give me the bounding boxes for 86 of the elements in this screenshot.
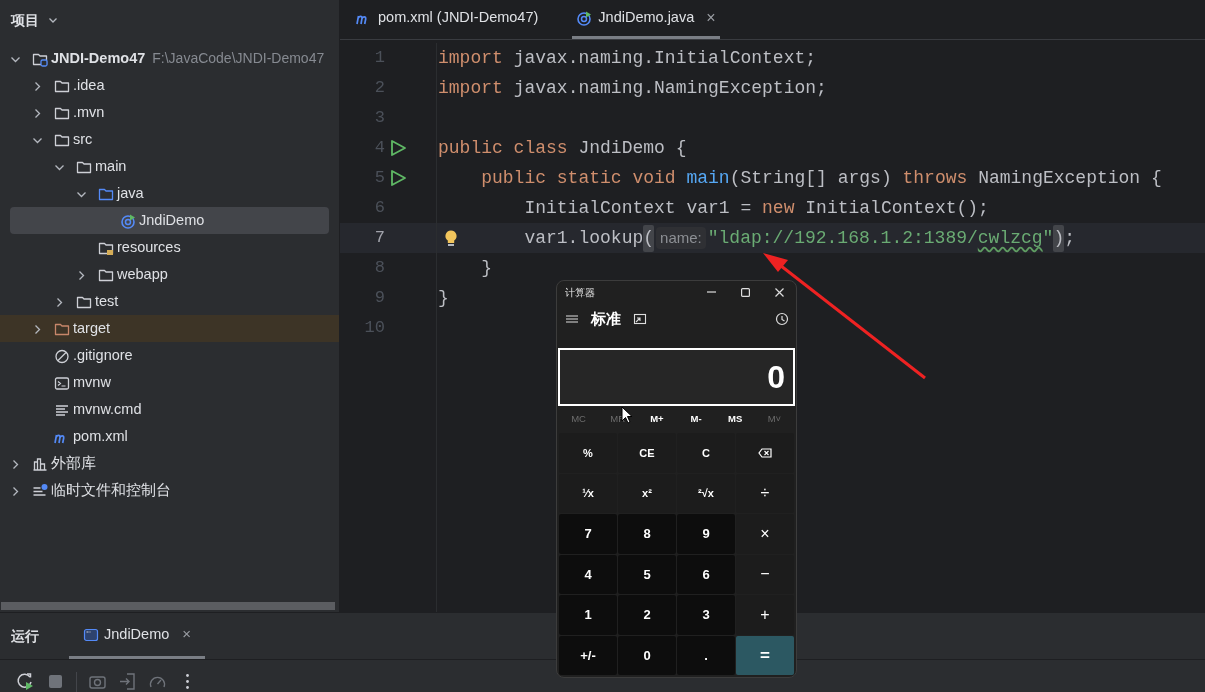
code-line: }: [480, 256, 492, 280]
editor-tab[interactable]: pom.xml (JNDI-Demo47): [352, 0, 543, 39]
calculator-key[interactable]: +/-: [559, 635, 617, 675]
calculator-key[interactable]: ¹⁄x: [559, 473, 617, 513]
run-icon: [389, 169, 407, 187]
tree-item[interactable]: src: [0, 126, 339, 153]
code-line: import javax.naming.NamingException;: [438, 76, 827, 100]
tree-item[interactable]: java: [0, 180, 339, 207]
calculator-key[interactable]: 8: [618, 514, 676, 554]
tree-item[interactable]: pom.xml: [0, 423, 339, 450]
run-icon: [389, 139, 407, 157]
tree-item[interactable]: JNDI-Demo47 F:\JavaCode\JNDI-Demo47: [0, 45, 339, 72]
calculator-key[interactable]: 7: [559, 514, 617, 554]
calculator-key[interactable]: ÷: [736, 473, 794, 513]
tree-item[interactable]: test: [0, 288, 339, 315]
code-line: public class JndiDemo {: [438, 136, 687, 160]
maximize-icon: [740, 287, 750, 297]
rerun-icon: [16, 672, 35, 691]
class-icon: [120, 212, 136, 229]
terminal-icon: [54, 374, 70, 391]
calculator-key[interactable]: 9: [677, 514, 735, 554]
line-number: 7: [373, 227, 385, 250]
calculator-key[interactable]: =: [736, 635, 794, 675]
backspace-icon: [758, 447, 772, 458]
scratch-file-icon: [32, 482, 48, 499]
menu-icon: [565, 313, 579, 325]
panel-title: 运行: [11, 626, 39, 646]
code-line: }: [438, 286, 449, 310]
horizontal-scrollbar[interactable]: [1, 602, 335, 610]
stop-icon: [46, 672, 65, 691]
tree-item[interactable]: target: [0, 315, 339, 342]
panel-title: 项目: [11, 10, 39, 30]
code-line: public static void main(String[] args) throws NamingException {: [480, 166, 1162, 190]
display-value: 0: [767, 358, 785, 397]
path-hint: F:\JavaCode\JNDI-Demo47: [152, 49, 325, 68]
calculator-key[interactable]: x²: [618, 473, 676, 513]
prohibited-icon: [54, 347, 70, 364]
calculator-key[interactable]: 5: [618, 554, 676, 594]
calculator-key[interactable]: ×: [736, 514, 794, 554]
tree-item[interactable]: .gitignore: [0, 342, 339, 369]
tree-item[interactable]: 外部库: [0, 450, 339, 477]
tree-item[interactable]: main: [0, 153, 339, 180]
calculator-key[interactable]: ²√x: [677, 473, 735, 513]
tree-item[interactable]: resources: [0, 234, 339, 261]
calculator-key[interactable]: 3: [677, 595, 735, 635]
close-icon[interactable]: ×: [706, 6, 716, 30]
calculator-key[interactable]: CE: [618, 433, 676, 473]
code-line: import javax.naming.InitialContext;: [438, 46, 817, 70]
calculator-key[interactable]: 4: [559, 554, 617, 594]
close-icon: [774, 287, 784, 297]
calculator-key[interactable]: 1: [559, 595, 617, 635]
mode-title: 标准: [591, 308, 621, 329]
calculator-key[interactable]: .: [677, 635, 735, 675]
sign-in-icon: [118, 672, 137, 691]
code-line: var1.lookup( name: "ldap://192.168.1.2:1389/cwlzcg");: [438, 224, 1076, 252]
console-icon: [83, 626, 99, 643]
history-icon: [775, 312, 789, 326]
backspace-button[interactable]: [736, 433, 794, 473]
calculator-key[interactable]: %: [559, 433, 617, 473]
run-tab[interactable]: JndiDemo ×: [69, 613, 206, 659]
editor-tab[interactable]: JndiDemo.java ×: [572, 0, 720, 39]
window-pin-icon: [633, 313, 647, 325]
memory-button[interactable]: M-: [676, 411, 716, 427]
calculator-key[interactable]: 2: [618, 595, 676, 635]
memory-button[interactable]: MS: [715, 411, 755, 427]
tree-item[interactable]: mvnw: [0, 369, 339, 396]
window-title: 计算器: [565, 285, 595, 300]
minimize-icon: [706, 291, 716, 293]
calculator-key[interactable]: +: [736, 595, 794, 635]
memory-button[interactable]: M+: [637, 411, 677, 427]
tree-item[interactable]: .idea: [0, 72, 339, 99]
tree-item[interactable]: webapp: [0, 261, 339, 288]
class-icon: [576, 10, 593, 26]
calculator-key[interactable]: C: [677, 433, 735, 473]
tree-item[interactable]: JndiDemo: [10, 207, 329, 234]
code-line: InitialContext var1 = new InitialContext();: [523, 196, 989, 220]
library-icon: [32, 455, 48, 472]
tree-item[interactable]: mvnw.cmd: [0, 396, 339, 423]
more-icon: [186, 674, 189, 689]
calculator-key[interactable]: 6: [677, 554, 735, 594]
tree-item[interactable]: .mvn: [0, 99, 339, 126]
close-icon[interactable]: ×: [182, 623, 192, 646]
lightbulb-icon: [443, 229, 459, 247]
calculator-key[interactable]: 0: [618, 635, 676, 675]
tree-item[interactable]: 临时文件和控制台: [0, 477, 339, 504]
calculator-key[interactable]: −: [736, 554, 794, 594]
